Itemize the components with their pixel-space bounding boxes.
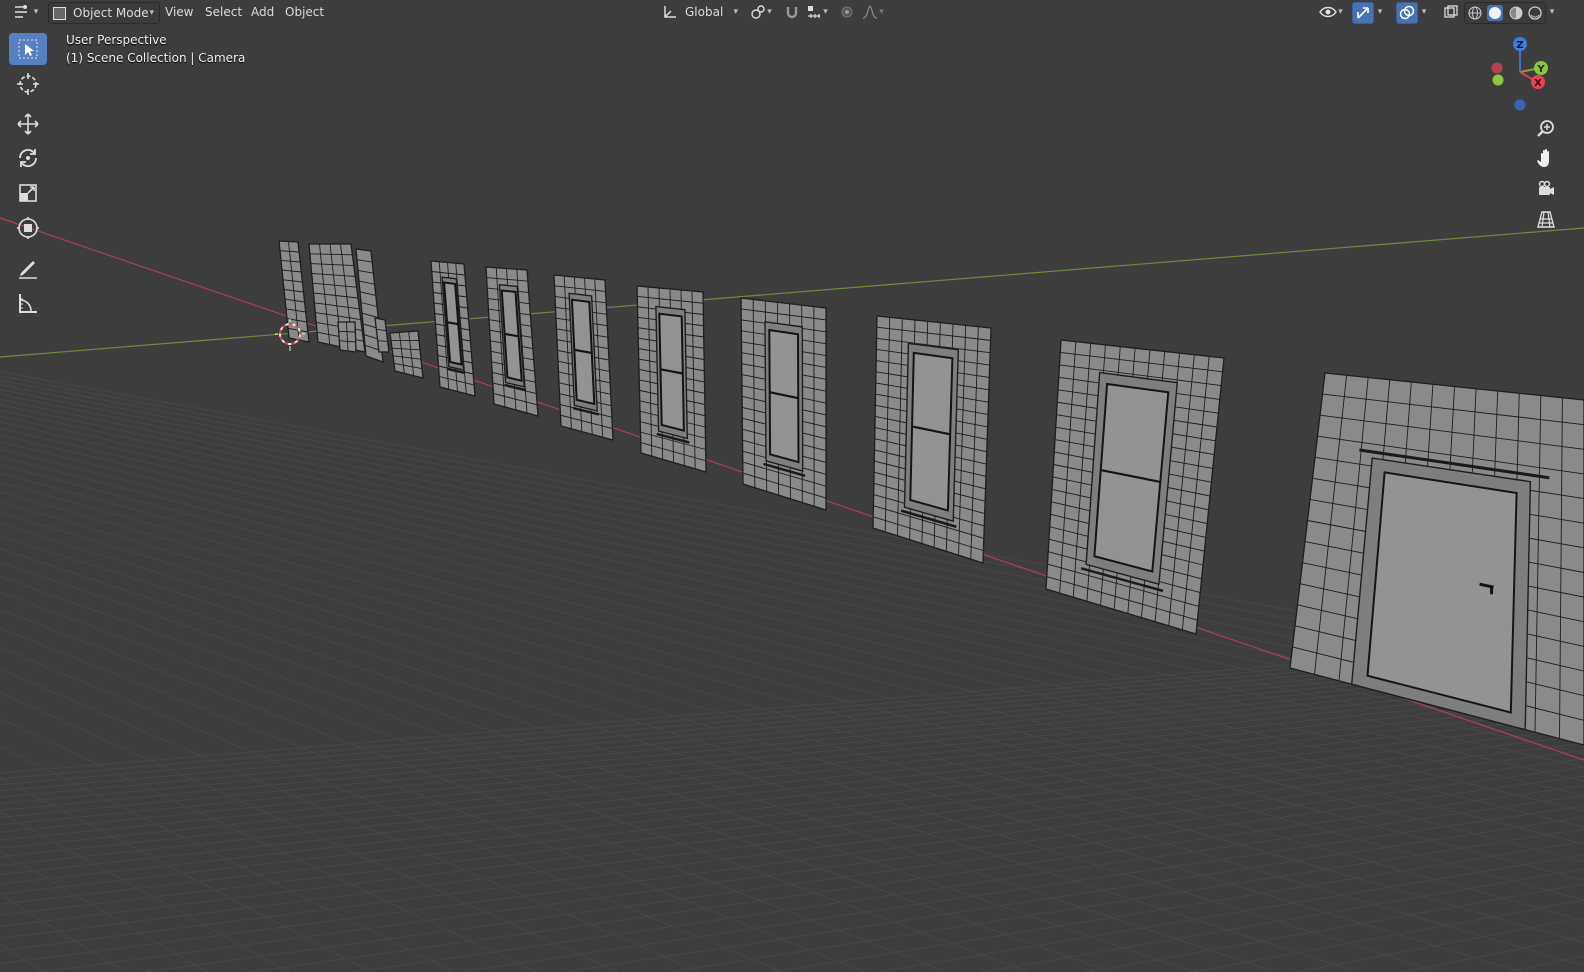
gizmo-x-label: X xyxy=(1534,78,1542,89)
select-box-tool[interactable] xyxy=(9,33,47,65)
snap-magnet-icon xyxy=(786,7,798,19)
window-panel[interactable] xyxy=(872,315,992,564)
gizmo-z-label: Z xyxy=(1516,40,1523,51)
measure-icon xyxy=(19,294,37,313)
transform-icon xyxy=(17,217,39,239)
eye-icon xyxy=(1319,6,1338,18)
object-mode-icon xyxy=(53,6,66,20)
window-panel[interactable] xyxy=(636,285,707,473)
collection-label: (1) Scene Collection | Camera xyxy=(66,51,246,65)
select-box-icon xyxy=(18,39,38,59)
orientation-label: Global xyxy=(685,5,724,19)
gizmo-dropdown[interactable]: ▾ xyxy=(1373,2,1387,22)
mode-dropdown[interactable]: Object Mode ▾ xyxy=(48,2,160,24)
transform-orientation-icon xyxy=(664,6,676,18)
3d-viewport[interactable] xyxy=(0,0,1584,972)
perspective-toggle-button[interactable] xyxy=(1532,206,1560,232)
window-panel[interactable] xyxy=(740,297,827,511)
annotate-tool[interactable] xyxy=(9,252,47,284)
annotate-icon xyxy=(19,261,37,279)
snap-target-dropdown[interactable]: ▾ xyxy=(802,2,832,22)
camera-icon xyxy=(1538,180,1554,195)
gizmo-neg-x-icon[interactable] xyxy=(1492,74,1504,86)
pivot-icon xyxy=(751,5,765,19)
falloff-curve-icon xyxy=(863,5,878,19)
window-panel[interactable] xyxy=(553,274,614,441)
camera-view-button[interactable] xyxy=(1532,176,1560,202)
material-preview-icon[interactable] xyxy=(1509,6,1523,20)
menu-view[interactable]: View xyxy=(160,3,198,21)
scale-icon xyxy=(19,184,37,202)
editor-type-icon xyxy=(14,5,27,18)
view-name-label: User Perspective xyxy=(66,33,167,47)
gizmo-neg-y-icon[interactable] xyxy=(1491,62,1503,74)
gizmo-icon xyxy=(1357,7,1369,19)
window-panel[interactable] xyxy=(1045,339,1225,635)
viewport-header: ▾ Object Mode ▾ View Select Add Object G… xyxy=(0,0,1584,24)
object-visibility-dropdown[interactable]: ▾ xyxy=(1316,2,1346,22)
gizmo-y-label: Y xyxy=(1536,64,1545,75)
gizmo-toggle[interactable] xyxy=(1352,2,1374,24)
snap-toggle[interactable] xyxy=(782,2,802,22)
rotate-icon xyxy=(19,148,37,168)
rendered-shading-icon[interactable] xyxy=(1528,6,1542,20)
navigation-gizmo[interactable]: Z Y X xyxy=(1484,32,1556,114)
overlays-dropdown[interactable]: ▾ xyxy=(1417,2,1431,22)
cursor-icon xyxy=(17,73,39,95)
menu-select[interactable]: Select xyxy=(200,3,247,21)
grid-perspective-icon xyxy=(1537,211,1555,228)
move-icon xyxy=(17,113,39,135)
shading-dropdown[interactable]: ▾ xyxy=(1545,2,1559,22)
menu-add[interactable]: Add xyxy=(246,3,279,21)
proportional-edit-icon xyxy=(841,6,853,18)
proportional-edit-toggle[interactable] xyxy=(838,2,856,22)
hand-icon xyxy=(1537,149,1549,167)
falloff-dropdown[interactable]: ▾ xyxy=(858,2,888,22)
transform-tool[interactable] xyxy=(9,212,47,244)
rotate-tool[interactable] xyxy=(9,142,47,174)
editor-type-button[interactable]: ▾ xyxy=(8,2,42,22)
cursor-tool[interactable] xyxy=(9,68,47,100)
move-tool[interactable] xyxy=(9,108,47,140)
mode-label: Object Mode xyxy=(73,6,149,20)
pan-button[interactable] xyxy=(1532,145,1560,171)
wall-panel[interactable] xyxy=(389,330,424,379)
snap-increment-icon xyxy=(808,6,821,18)
wall-panel[interactable] xyxy=(337,321,357,353)
gizmo-neg-z-icon[interactable] xyxy=(1514,99,1526,111)
pivot-point-dropdown[interactable]: ▾ xyxy=(746,2,776,22)
measure-tool[interactable] xyxy=(9,287,47,319)
wireframe-shading-icon[interactable] xyxy=(1468,6,1482,20)
zoom-icon xyxy=(1537,120,1554,137)
solid-shading-icon[interactable] xyxy=(1487,5,1504,21)
zoom-button[interactable] xyxy=(1532,116,1560,142)
menu-object[interactable]: Object xyxy=(280,3,329,21)
shading-modes xyxy=(1464,2,1546,24)
xray-icon xyxy=(1444,5,1458,18)
scale-tool[interactable] xyxy=(9,177,47,209)
overlays-icon xyxy=(1399,5,1415,20)
overlays-toggle[interactable] xyxy=(1396,2,1418,24)
orientation-dropdown[interactable]: Global ▾ xyxy=(662,2,740,22)
xray-toggle[interactable] xyxy=(1441,2,1461,22)
